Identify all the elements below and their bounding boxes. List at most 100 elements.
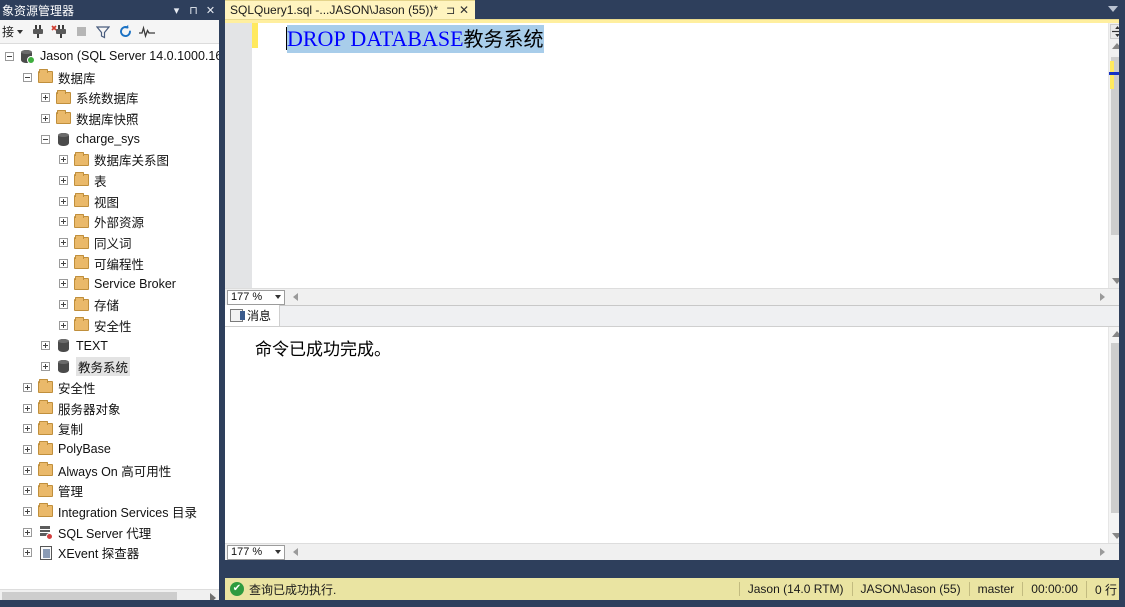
tree-node[interactable]: Integration Services 目录 [0,501,219,522]
object-explorer-title: 象资源管理器 [2,3,75,18]
tree-node[interactable]: Always On 高可用性 [0,460,219,481]
tree-node[interactable]: 数据库关系图 [0,149,219,170]
refresh-icon[interactable] [115,22,135,42]
connect-dropdown-button[interactable]: 接 [0,21,25,43]
expand-icon[interactable] [57,277,70,290]
tree-node[interactable]: 同义词 [0,232,219,253]
disconnect-plug-icon[interactable] [49,22,69,42]
tab-pin-icon[interactable]: ⊐ [444,3,457,18]
tree-node[interactable]: Jason (SQL Server 14.0.1000.169 - J [0,46,219,67]
database-icon [55,359,72,375]
filter-icon[interactable] [93,22,113,42]
tree-node[interactable]: 数据库 [0,67,219,88]
tree-node[interactable]: 安全性 [0,377,219,398]
tab-messages[interactable]: 消息 [225,305,281,326]
hscroll-left-arrow-icon[interactable] [293,548,298,556]
tree-node[interactable]: 存储 [0,294,219,315]
editor-indicator-margin [225,23,252,288]
activity-monitor-icon[interactable] [137,22,157,42]
expand-icon[interactable] [57,319,70,332]
panel-dropdown-icon[interactable]: ▾ [168,1,185,19]
expand-icon[interactable] [39,112,52,125]
hscroll-right-arrow-icon[interactable] [1100,293,1105,301]
expand-icon[interactable] [39,339,52,352]
tree-node[interactable]: 视图 [0,191,219,212]
tree-node[interactable]: 服务器对象 [0,398,219,419]
expand-icon[interactable] [57,257,70,270]
tree-node[interactable]: 外部资源 [0,212,219,233]
tree-node-label: Service Broker [94,276,176,291]
collapse-icon[interactable] [3,50,16,63]
expand-icon[interactable] [57,195,70,208]
stop-icon [71,22,91,42]
panel-pin-icon[interactable]: ⊓ [185,1,202,19]
tree-node-label: 服务器对象 [58,402,121,417]
tree-node[interactable]: PolyBase [0,439,219,460]
xevent-icon [37,545,54,561]
tree-node[interactable]: 教务系统 [0,356,219,377]
folder-icon [73,151,90,168]
expand-icon[interactable] [57,215,70,228]
expand-icon[interactable] [21,422,34,435]
expand-icon[interactable] [39,360,52,373]
hscroll-left-arrow-icon[interactable] [293,293,298,301]
expand-icon[interactable] [57,236,70,249]
collapse-icon[interactable] [21,71,34,84]
editor-zoom-select[interactable]: 177 % [227,289,285,305]
tree-node[interactable]: 数据库快照 [0,108,219,129]
expand-icon[interactable] [57,174,70,187]
editor-hscrollbar[interactable] [289,289,1125,305]
expand-icon[interactable] [21,505,34,518]
status-user: JASON\Jason (55) [851,582,969,596]
tree-node[interactable]: 管理 [0,480,219,501]
results-tabstrip: 消息 [225,305,1125,327]
tree-node[interactable]: charge_sys [0,129,219,150]
document-area: SQLQuery1.sql -...JASON\Jason (55))* ⊐ ✕… [225,0,1125,578]
expand-icon[interactable] [39,91,52,104]
status-left: ✔ 查询已成功执行. [225,581,739,598]
object-explorer-tree[interactable]: Jason (SQL Server 14.0.1000.169 - J 数据库系统… [0,44,219,589]
expand-icon[interactable] [57,298,70,311]
tree-node[interactable]: SQL Server 代理 [0,522,219,543]
tree-node[interactable]: 表 [0,170,219,191]
hscroll-right-arrow-icon[interactable] [1100,548,1105,556]
code-line-1[interactable]: DROP DATABASE教务系统 [287,25,544,53]
messages-text[interactable]: 命令已成功完成。 [225,327,1108,543]
tree-node-label: 外部资源 [94,216,145,231]
object-explorer-panel: 象资源管理器 ▾ ⊓ ✕ 接 Jason (SQL Server 14.0.10… [0,0,219,604]
expand-icon[interactable] [21,381,34,394]
tabstrip-dropdown-icon[interactable] [1108,6,1118,12]
tree-node-label: 复制 [58,423,84,438]
editor-zoom-value: 177 % [231,291,263,303]
chevron-down-icon [17,29,24,34]
sql-agent-icon [37,524,54,540]
tree-node[interactable]: XEvent 探查器 [0,543,219,564]
folder-icon [73,193,90,209]
expand-icon[interactable] [21,464,34,477]
connect-plug-icon[interactable] [27,22,47,42]
tree-node-label: XEvent 探查器 [58,547,140,562]
folder-icon [37,69,54,85]
tree-node[interactable]: 安全性 [0,315,219,336]
expand-icon[interactable] [21,443,34,456]
expand-icon[interactable] [57,153,70,166]
expand-icon[interactable] [21,546,34,559]
collapse-icon[interactable] [39,133,52,146]
expand-icon[interactable] [21,402,34,415]
tree-node[interactable]: 可编程性 [0,253,219,274]
tab-sqlquery1[interactable]: SQLQuery1.sql -...JASON\Jason (55))* ⊐ ✕ [225,0,476,19]
tree-node-label: 可编程性 [94,257,145,272]
tab-close-icon[interactable]: ✕ [457,3,471,18]
tree-node[interactable]: 系统数据库 [0,87,219,108]
expand-icon[interactable] [21,484,34,497]
results-zoom-select[interactable]: 177 % [227,544,285,560]
tree-node[interactable]: TEXT [0,336,219,357]
expand-icon[interactable] [21,526,34,539]
window-right-edge [1119,0,1125,607]
editor-text-surface[interactable]: DROP DATABASE教务系统 [258,23,1108,288]
results-hscrollbar[interactable] [289,544,1125,560]
tree-node[interactable]: Service Broker [0,274,219,295]
panel-close-icon[interactable]: ✕ [202,1,219,19]
tree-node-label: 表 [94,174,107,189]
tree-node[interactable]: 复制 [0,418,219,439]
